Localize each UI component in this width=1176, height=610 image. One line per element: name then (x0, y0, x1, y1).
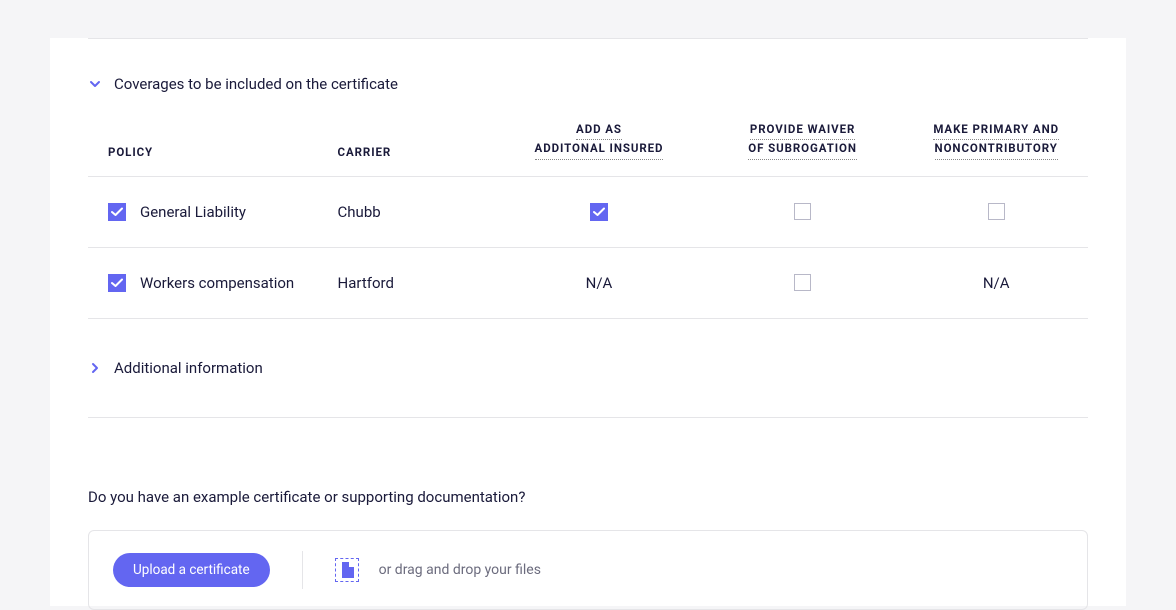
table-row: Workers compensation Hartford N/A N/A (88, 248, 1088, 319)
chevron-right-icon (88, 361, 102, 375)
coverages-table: POLICY CARRIER ADD AS ADDITONAL INSURED … (88, 121, 1088, 319)
header-policy: POLICY (88, 141, 338, 160)
upload-vertical-divider (302, 551, 303, 589)
policy-name: Workers compensation (140, 274, 294, 292)
cell-waiver (701, 203, 905, 220)
chevron-down-icon (88, 77, 102, 91)
drag-drop-text: or drag and drop your files (379, 562, 541, 578)
cell-primary: N/A (904, 274, 1088, 292)
cell-waiver (701, 274, 905, 291)
policy-name: General Liability (140, 203, 246, 221)
waiver-checkbox[interactable] (794, 203, 811, 220)
upload-certificate-button[interactable]: Upload a certificate (113, 553, 270, 587)
cell-insured: N/A (497, 274, 701, 292)
cell-carrier: Hartford (338, 274, 498, 292)
cell-carrier: Chubb (338, 203, 498, 221)
waiver-checkbox[interactable] (794, 274, 811, 291)
form-card: Coverages to be included on the certific… (50, 38, 1126, 606)
top-divider (88, 38, 1088, 39)
upload-box: Upload a certificate or drag and drop yo… (88, 530, 1088, 610)
additional-info-title: Additional information (114, 359, 263, 377)
table-header-row: POLICY CARRIER ADD AS ADDITONAL INSURED … (88, 121, 1088, 177)
header-waiver: PROVIDE WAIVER OF SUBROGATION (701, 121, 905, 160)
cell-policy: General Liability (88, 203, 338, 221)
cell-primary (904, 203, 1088, 220)
upload-question: Do you have an example certificate or su… (88, 488, 1088, 506)
file-icon (340, 562, 354, 578)
section-divider (88, 417, 1088, 418)
row-select-checkbox[interactable] (108, 203, 126, 221)
header-additional-insured: ADD AS ADDITONAL INSURED (497, 121, 701, 160)
primary-checkbox[interactable] (988, 203, 1005, 220)
header-primary: MAKE PRIMARY AND NONCONTRIBUTORY (904, 121, 1088, 160)
coverages-section-header[interactable]: Coverages to be included on the certific… (88, 75, 1088, 93)
file-icon-container (335, 558, 359, 582)
table-row: General Liability Chubb (88, 177, 1088, 248)
coverages-section-title: Coverages to be included on the certific… (114, 75, 398, 93)
additional-insured-checkbox[interactable] (590, 203, 608, 221)
drag-drop-area[interactable]: or drag and drop your files (335, 558, 541, 582)
upload-section: Do you have an example certificate or su… (88, 488, 1088, 610)
row-select-checkbox[interactable] (108, 274, 126, 292)
cell-policy: Workers compensation (88, 274, 338, 292)
cell-insured (497, 203, 701, 221)
additional-info-section-header[interactable]: Additional information (88, 359, 1088, 377)
header-carrier: CARRIER (338, 141, 498, 160)
